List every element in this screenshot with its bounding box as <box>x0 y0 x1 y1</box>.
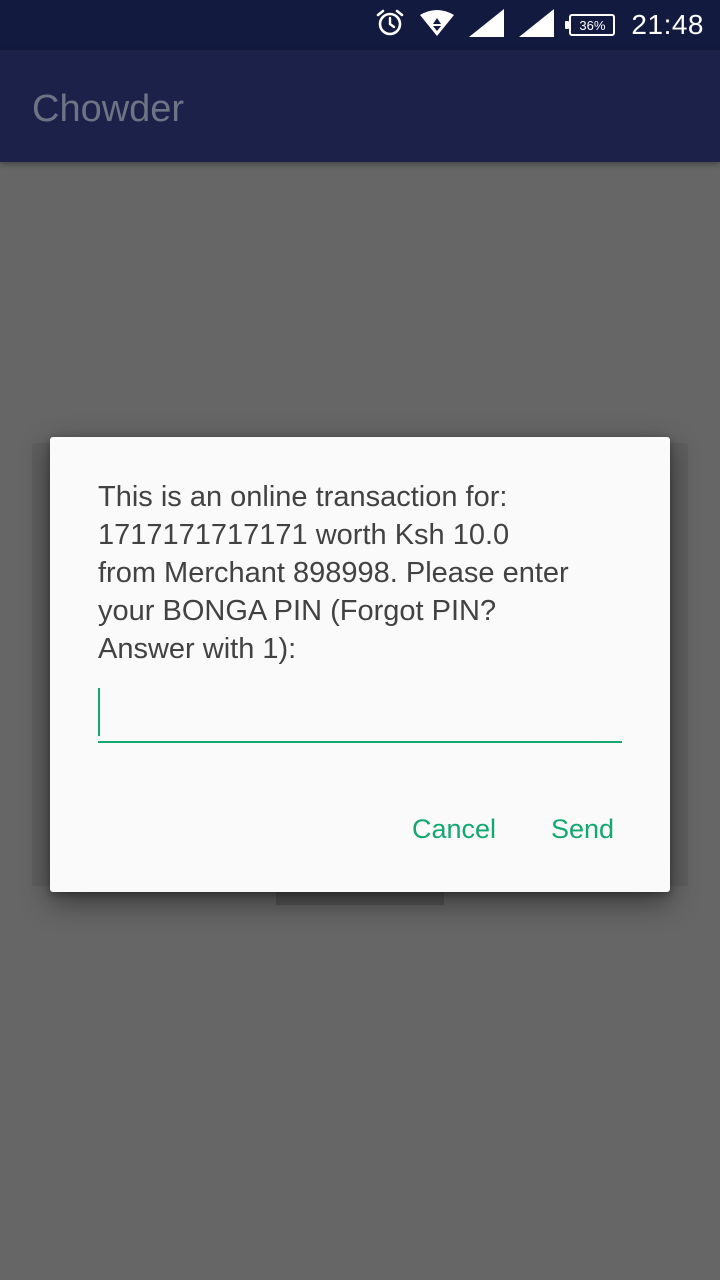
pin-dialog: This is an online transaction for: 17171… <box>50 437 670 892</box>
status-time: 21:48 <box>631 9 704 40</box>
status-icons: 36% 21:48 <box>375 0 704 50</box>
app-title: Chowder <box>32 88 185 130</box>
send-button[interactable]: Send <box>551 807 614 851</box>
battery-icon: 36% <box>565 14 616 36</box>
app-bar: Chowder <box>0 50 720 162</box>
alarm-icon <box>375 8 405 43</box>
signal-icon <box>469 8 505 42</box>
text-cursor <box>98 688 100 736</box>
status-bar: 36% 21:48 <box>0 0 720 50</box>
battery-level: 36% <box>579 17 606 33</box>
signal-icon <box>519 8 555 42</box>
dialog-message: This is an online transaction for: 17171… <box>98 481 569 665</box>
pin-input[interactable] <box>98 685 622 743</box>
wifi-icon <box>419 9 455 42</box>
cancel-button[interactable]: Cancel <box>412 807 496 851</box>
